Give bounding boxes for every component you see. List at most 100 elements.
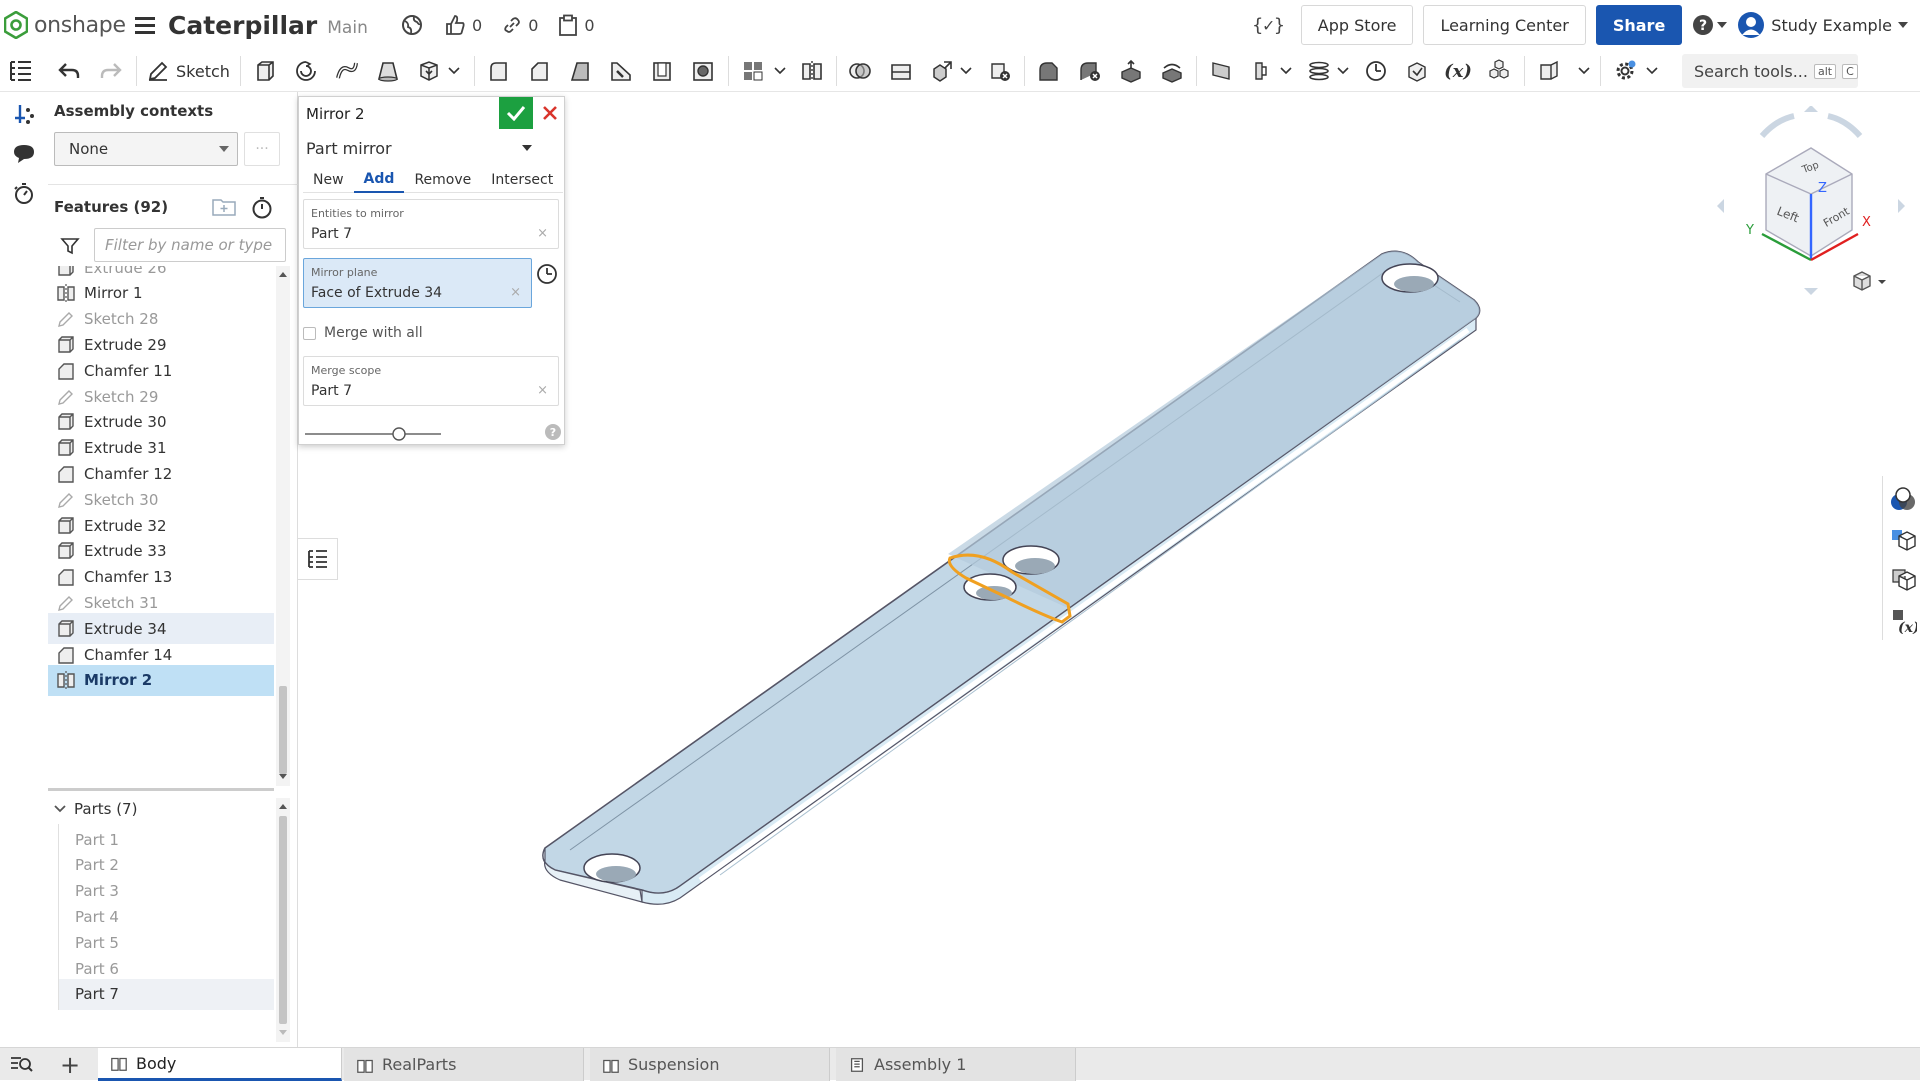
branch-name[interactable]: Main <box>327 18 368 38</box>
filter-icon[interactable] <box>60 236 80 256</box>
mirror-plane-field[interactable]: Mirror plane Face of Extrude 34 × <box>303 258 532 308</box>
delete-face-icon[interactable] <box>1075 56 1105 86</box>
help-menu-icon[interactable]: ? <box>1692 14 1728 36</box>
section-view-icon[interactable] <box>1889 526 1917 554</box>
chevron-down-icon[interactable] <box>1335 56 1351 86</box>
plane-icon[interactable] <box>1206 56 1236 86</box>
user-menu[interactable]: Study Example <box>1737 11 1908 39</box>
feature-list-scrollbar[interactable] <box>276 266 290 786</box>
linear-pattern-icon[interactable] <box>738 56 768 86</box>
variable-studio-icon[interactable]: {​✓} <box>1252 15 1285 36</box>
move-face-icon[interactable] <box>1116 56 1146 86</box>
tab-remove[interactable]: Remove <box>404 167 481 193</box>
scroll-down-icon[interactable] <box>279 774 287 779</box>
boolean-icon[interactable] <box>845 56 875 86</box>
transform-icon[interactable] <box>927 56 957 86</box>
gear-icon[interactable] <box>1610 56 1640 86</box>
mirror-icon[interactable] <box>797 56 827 86</box>
clear-icon[interactable]: × <box>537 383 548 398</box>
shell-icon[interactable] <box>647 56 677 86</box>
feature-item[interactable]: Mirror 2 <box>48 664 274 696</box>
clear-icon[interactable]: × <box>537 226 548 241</box>
explode-view-icon[interactable] <box>1889 566 1917 594</box>
app-store-button[interactable]: App Store <box>1300 5 1414 45</box>
revolve-icon[interactable] <box>291 56 321 86</box>
learning-center-button[interactable]: Learning Center <box>1423 5 1586 45</box>
insert-part-icon[interactable] <box>1402 56 1432 86</box>
chevron-down-icon[interactable] <box>958 56 974 86</box>
entities-to-mirror-field[interactable]: Entities to mirror Part 7 × <box>303 199 559 249</box>
derived-icon[interactable] <box>1484 56 1514 86</box>
more-options-button[interactable]: ··· <box>244 132 280 166</box>
document-tab[interactable]: Body <box>98 1048 342 1081</box>
links-counter[interactable]: 0 <box>502 15 538 35</box>
view-options-icon[interactable] <box>1848 268 1890 296</box>
part-item[interactable]: Part 7 <box>58 978 274 1010</box>
add-tab-button[interactable]: + <box>56 1051 84 1079</box>
merge-scope-field[interactable]: Merge scope Part 7 × <box>303 356 559 406</box>
sketch-button[interactable]: Sketch <box>146 56 230 86</box>
document-tab[interactable]: Assembly 1 <box>836 1048 1076 1081</box>
helix-icon[interactable] <box>1304 56 1334 86</box>
insert-mate-connector-icon[interactable] <box>10 100 38 128</box>
chevron-down-icon[interactable] <box>1576 56 1592 86</box>
undo-icon[interactable] <box>54 56 84 86</box>
parts-list-scrollbar[interactable] <box>276 798 290 1042</box>
scroll-up-icon[interactable] <box>279 804 287 809</box>
tab-add[interactable]: Add <box>353 167 405 193</box>
likes-counter[interactable]: 0 <box>444 14 482 36</box>
comment-icon[interactable] <box>10 140 38 168</box>
extrude-icon[interactable] <box>250 56 280 86</box>
tab-intersect[interactable]: Intersect <box>481 167 563 193</box>
mate-connector-icon[interactable] <box>1247 56 1277 86</box>
clock-icon[interactable] <box>536 263 560 287</box>
list-view-toggle-icon[interactable] <box>298 538 338 580</box>
add-folder-icon[interactable] <box>212 196 236 218</box>
search-tabs-icon[interactable] <box>10 1054 34 1076</box>
modify-fillet-icon[interactable] <box>1034 56 1064 86</box>
draft-icon[interactable] <box>565 56 595 86</box>
rollback-timer-icon[interactable] <box>250 196 274 220</box>
assembly-context-select[interactable]: None <box>54 132 238 166</box>
scrollbar-thumb[interactable] <box>279 686 287 774</box>
thicken-icon[interactable] <box>414 56 444 86</box>
fillet-icon[interactable] <box>483 56 513 86</box>
parts-header[interactable]: Parts (7) <box>48 794 274 824</box>
document-tab[interactable]: RealParts <box>344 1048 584 1081</box>
dialog-opacity-slider[interactable] <box>305 427 441 441</box>
rib-icon[interactable] <box>606 56 636 86</box>
search-tools-button[interactable]: Search tools... alt C <box>1682 54 1858 88</box>
sheet-metal-icon[interactable] <box>1534 56 1564 86</box>
confirm-button[interactable] <box>499 97 533 129</box>
history-timer-icon[interactable] <box>10 180 38 208</box>
chevron-down-icon[interactable] <box>1278 56 1294 86</box>
chevron-down-icon[interactable] <box>446 56 462 86</box>
checkbox-box[interactable] <box>303 326 316 340</box>
appearance-icon[interactable] <box>1889 486 1917 514</box>
document-tab[interactable]: Suspension <box>590 1048 830 1081</box>
clear-icon[interactable]: × <box>510 285 521 300</box>
replace-face-icon[interactable] <box>1157 56 1187 86</box>
chevron-down-icon[interactable] <box>1644 56 1660 86</box>
sweep-icon[interactable] <box>332 56 362 86</box>
document-title[interactable]: Caterpillar <box>168 11 317 40</box>
split-icon[interactable] <box>886 56 916 86</box>
delete-part-icon[interactable] <box>985 56 1015 86</box>
configuration-variable-icon[interactable]: (x) <box>1889 606 1917 634</box>
resize-divider[interactable] <box>48 788 274 791</box>
feature-list-toggle-icon[interactable] <box>8 58 36 86</box>
share-button[interactable]: Share <box>1595 5 1683 45</box>
loft-icon[interactable] <box>373 56 403 86</box>
help-icon[interactable]: ? <box>545 424 561 440</box>
chevron-down-icon[interactable] <box>772 56 788 86</box>
feature-filter-input[interactable] <box>94 228 286 262</box>
menu-icon[interactable] <box>134 13 158 37</box>
scrollbar-thumb[interactable] <box>279 816 287 1024</box>
copies-counter[interactable]: 0 <box>558 14 595 36</box>
cancel-button[interactable] <box>535 97 565 129</box>
globe-icon[interactable] <box>400 13 424 37</box>
document-title-area[interactable]: Caterpillar Main <box>168 8 368 42</box>
variable-icon[interactable]: (x) <box>1443 56 1473 86</box>
scroll-down-icon[interactable] <box>279 1030 287 1035</box>
measure-icon[interactable] <box>1361 56 1391 86</box>
